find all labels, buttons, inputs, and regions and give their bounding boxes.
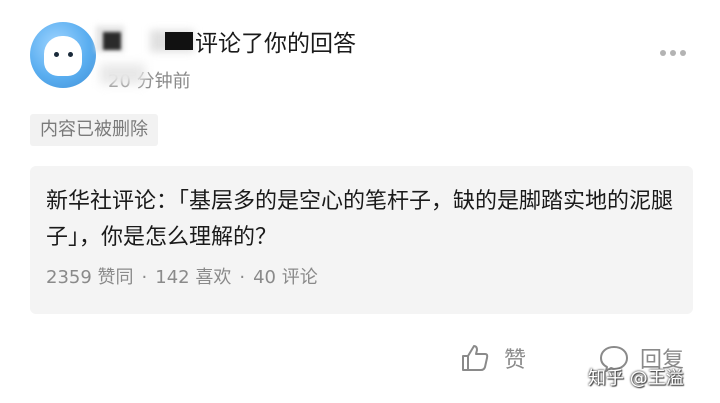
watermark: 知乎 @王溢 — [588, 368, 684, 389]
avatar-eye-left — [54, 52, 59, 57]
question-stats: 2359 赞同 · 142 喜欢 · 40 评论 — [46, 263, 318, 289]
more-dot — [670, 50, 676, 56]
avatar[interactable] — [30, 22, 96, 88]
likes-count: 2359 赞同 — [46, 267, 134, 288]
like-button[interactable]: 赞 — [460, 342, 526, 374]
more-dot — [660, 50, 666, 56]
avatar-face — [44, 36, 82, 76]
redacted-username-block — [165, 32, 193, 50]
avatar-eye-right — [68, 52, 73, 57]
more-icon[interactable] — [660, 44, 692, 62]
notification-headline: 评论了你的回答 — [195, 31, 356, 57]
deleted-content-tag: 内容已被删除 — [30, 114, 158, 146]
favorites-count: 142 喜欢 — [155, 267, 232, 288]
more-dot — [680, 50, 686, 56]
thumb-up-icon — [462, 345, 489, 371]
stats-separator: · — [239, 267, 246, 288]
question-title[interactable]: 新华社评论：「基层多的是空心的笔杆子，缺的是脚踏实地的泥腿子」，你是怎么理解的？ — [46, 184, 676, 256]
like-label: 赞 — [504, 348, 527, 373]
redacted-username-block — [103, 32, 121, 50]
comments-count: 40 评论 — [253, 267, 318, 288]
stats-separator: · — [141, 267, 148, 288]
redacted-time-blur — [100, 64, 145, 84]
